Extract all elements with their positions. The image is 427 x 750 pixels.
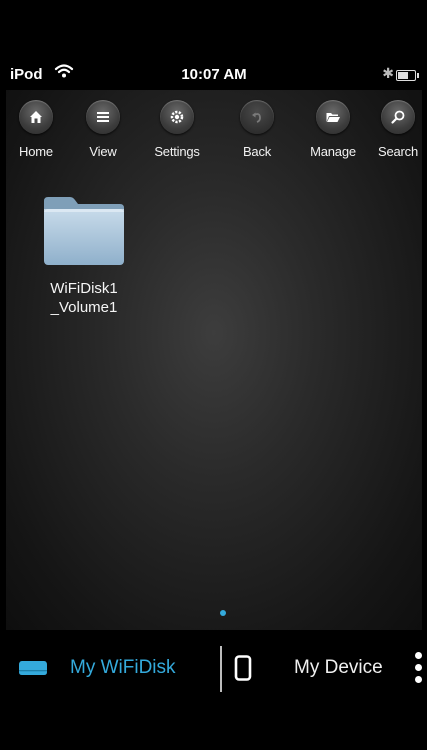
folder-name-line1: WiFiDisk1 (50, 280, 118, 297)
tab-bar: My WiFiDisk My Device (6, 630, 422, 750)
folder-item[interactable]: WiFiDisk1 _Volume1 (34, 195, 134, 317)
folder-name-line2: _Volume1 (50, 299, 118, 316)
folder-icon (40, 195, 128, 267)
gear-icon (160, 100, 194, 134)
folder-name: WiFiDisk1 _Volume1 (34, 279, 134, 317)
battery-icon (396, 70, 419, 81)
back-icon (240, 100, 274, 134)
view-label: View (89, 144, 117, 159)
manage-label: Manage (310, 144, 356, 159)
tab-my-device-label: My Device (294, 657, 383, 678)
search-label: Search (378, 144, 418, 159)
clock-time: 10:07 AM (181, 66, 247, 83)
page-indicator-dot (220, 610, 226, 616)
tab-my-wifidisk-label: My WiFiDisk (70, 657, 176, 678)
toolbar: Home View Settings Back Manage Search (6, 100, 422, 180)
home-icon (19, 100, 53, 134)
more-menu-icon[interactable] (415, 652, 422, 692)
manage-button[interactable]: Manage (301, 100, 365, 159)
status-bar: iPod 10:07 AM ✱ (6, 62, 422, 90)
phone-icon (234, 655, 252, 686)
tab-divider (220, 646, 222, 692)
list-icon (86, 100, 120, 134)
search-icon (381, 100, 415, 134)
view-button[interactable]: View (71, 100, 135, 159)
home-button[interactable]: Home (6, 100, 68, 159)
search-button[interactable]: Search (366, 100, 422, 159)
home-label: Home (19, 144, 53, 159)
folder-open-icon (316, 100, 350, 134)
settings-label: Settings (154, 144, 200, 159)
wifidisk-icon (18, 659, 48, 682)
file-browser-area: Home View Settings Back Manage Search Wi… (6, 90, 422, 630)
bluetooth-icon: ✱ (382, 65, 394, 81)
back-label: Back (242, 144, 272, 159)
back-button[interactable]: Back (225, 100, 289, 159)
settings-button[interactable]: Settings (145, 100, 209, 159)
app-screen: iPod 10:07 AM ✱ Home View Settings Back … (6, 0, 422, 750)
